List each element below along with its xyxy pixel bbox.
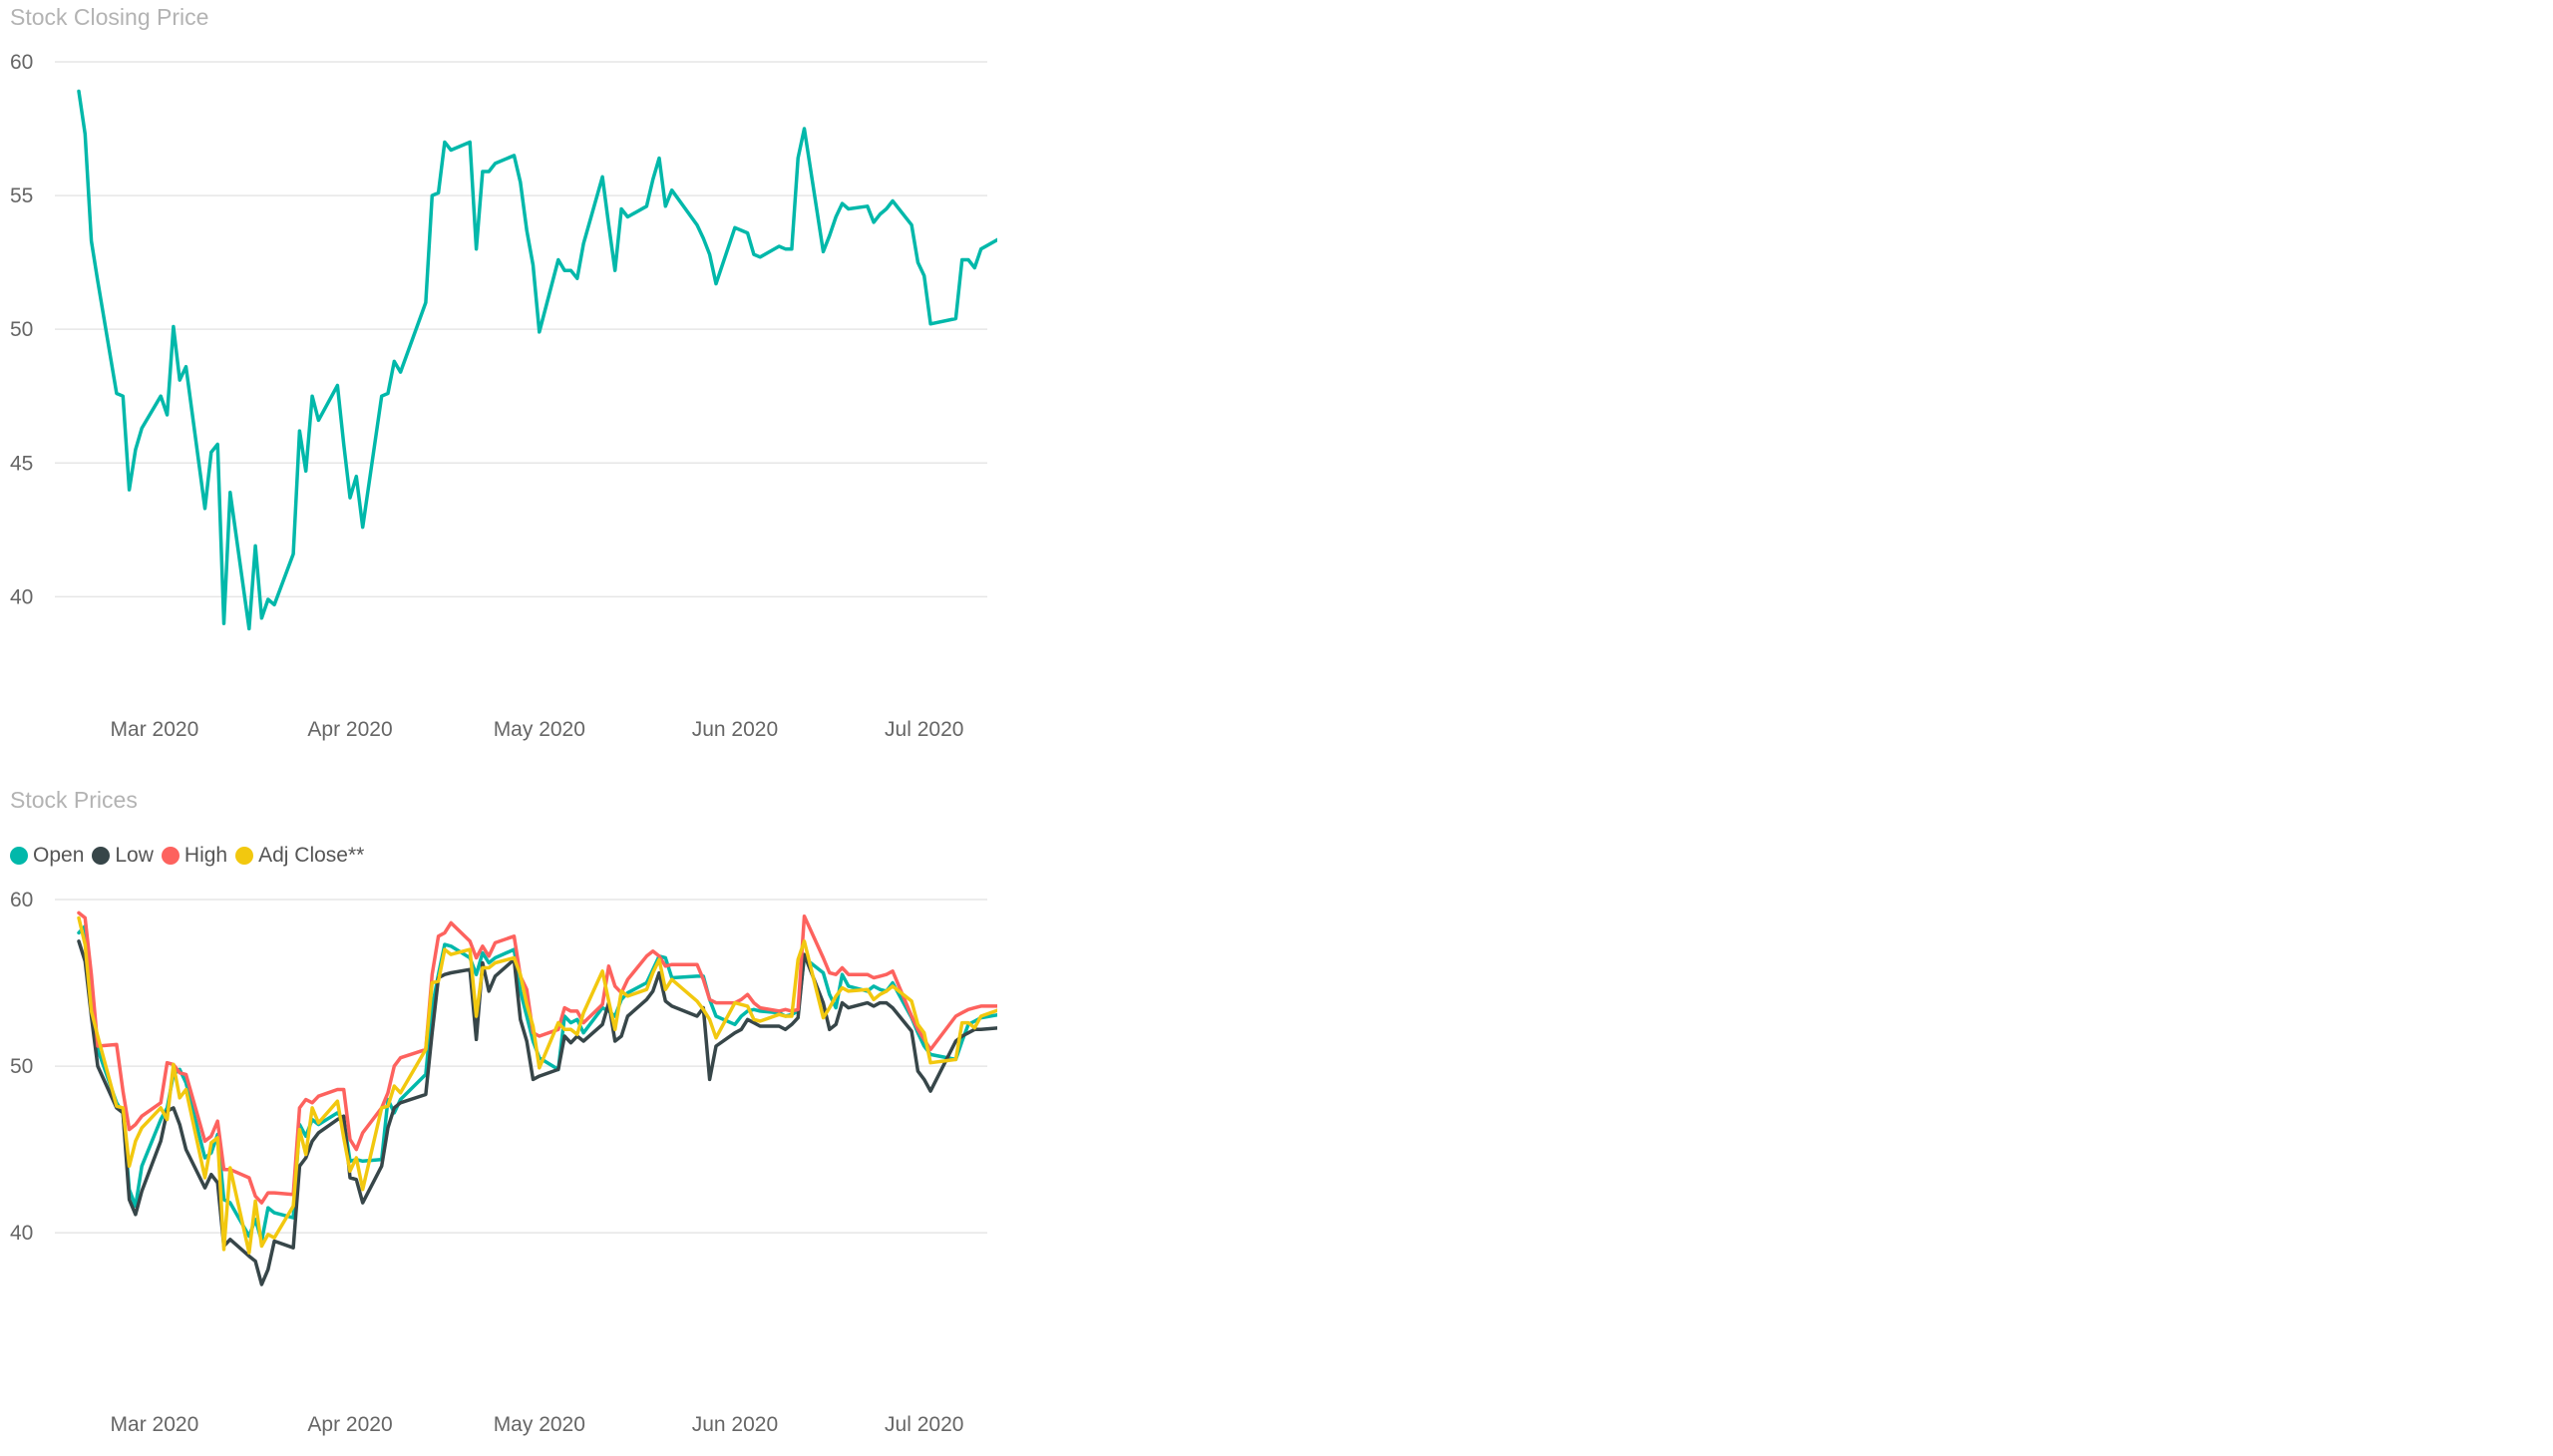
chart-title-prices: Stock Prices [10,787,138,813]
legend-item-high[interactable]: High [161,844,228,868]
x-tick-label: Jun 2020 [692,718,778,741]
y-tick-label: 50 [10,1055,33,1078]
legend: Open Low High Adj Close** [10,841,372,871]
y-tick-label: 40 [10,585,33,608]
x-tick-label: Mar 2020 [111,718,199,741]
y-tick-label: 50 [10,318,33,341]
legend-item-open[interactable]: Open [10,844,84,868]
legend-item-adj-close[interactable]: Adj Close** [235,844,364,868]
legend-dot-high [161,847,180,865]
x-tick-label: May 2020 [494,1413,585,1436]
legend-label-low: Low [115,844,154,867]
legend-dot-adj-close [235,847,254,865]
stock-prices-chart: 40 50 60 Mar 2020 Apr 2020 May 2020 Jun 2020 Ju… [0,783,997,1456]
x-tick-label: Jun 2020 [692,1413,778,1436]
legend-dot-open [10,847,28,865]
series-line-close[interactable] [77,89,997,631]
closing-price-chart: 40 45 50 55 60 Mar 2020 Apr 2020 May 2020 Jun 20… [0,0,997,743]
x-tick-label: Jul 2020 [885,1413,963,1436]
y-tick-label: 45 [10,452,33,475]
y-tick-label: 40 [10,1222,33,1245]
legend-dot-low [92,847,111,865]
x-tick-label: Apr 2020 [307,1413,392,1436]
stock-prices-plot: 40 50 60 Mar 2020 Apr 2020 May 2020 Jun 2020 Ju… [10,889,997,1436]
x-tick-label: Mar 2020 [111,1413,199,1436]
legend-item-low[interactable]: Low [92,844,154,868]
legend-label-open: Open [33,844,85,867]
closing-price-plot: 40 45 50 55 60 Mar 2020 Apr 2020 May 2020 Jun 20… [10,51,997,741]
x-tick-label: Apr 2020 [307,718,392,741]
chart-title-closing: Stock Closing Price [10,4,209,30]
y-tick-label: 60 [10,51,33,74]
y-tick-label: 55 [10,184,33,207]
series-line-adj-close[interactable] [77,915,997,1255]
x-tick-label: Jul 2020 [885,718,963,741]
y-tick-label: 60 [10,889,33,911]
legend-label-high: High [183,844,228,867]
x-tick-label: May 2020 [494,718,585,741]
legend-label-adj-close: Adj Close** [258,844,365,867]
